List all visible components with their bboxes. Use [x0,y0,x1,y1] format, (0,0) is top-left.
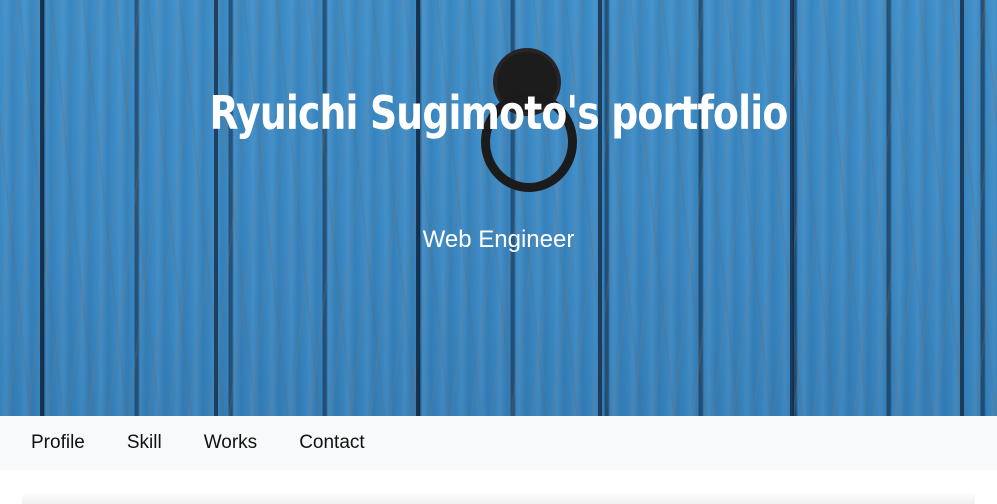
nav-link-contact[interactable]: Contact [299,432,364,454]
plank-seam [598,0,602,416]
nav-link-profile[interactable]: Profile [31,432,85,454]
page-title: Ryuichi Sugimoto's portfolio [209,86,789,140]
page-subtitle: Web Engineer [422,226,575,253]
nav-link-skill[interactable]: Skill [127,432,162,454]
plank-seam [416,0,420,416]
plank-seam [40,0,44,416]
wood-texture [0,0,997,416]
hero-banner: Ryuichi Sugimoto's portfolio Web Enginee… [0,0,997,416]
nav-link-works[interactable]: Works [204,432,257,454]
plank-seam [214,0,218,416]
main-nav: Profile Skill Works Contact [0,416,997,470]
content-card-edge [22,492,975,504]
plank-seam [960,0,964,416]
plank-seam [790,0,794,416]
